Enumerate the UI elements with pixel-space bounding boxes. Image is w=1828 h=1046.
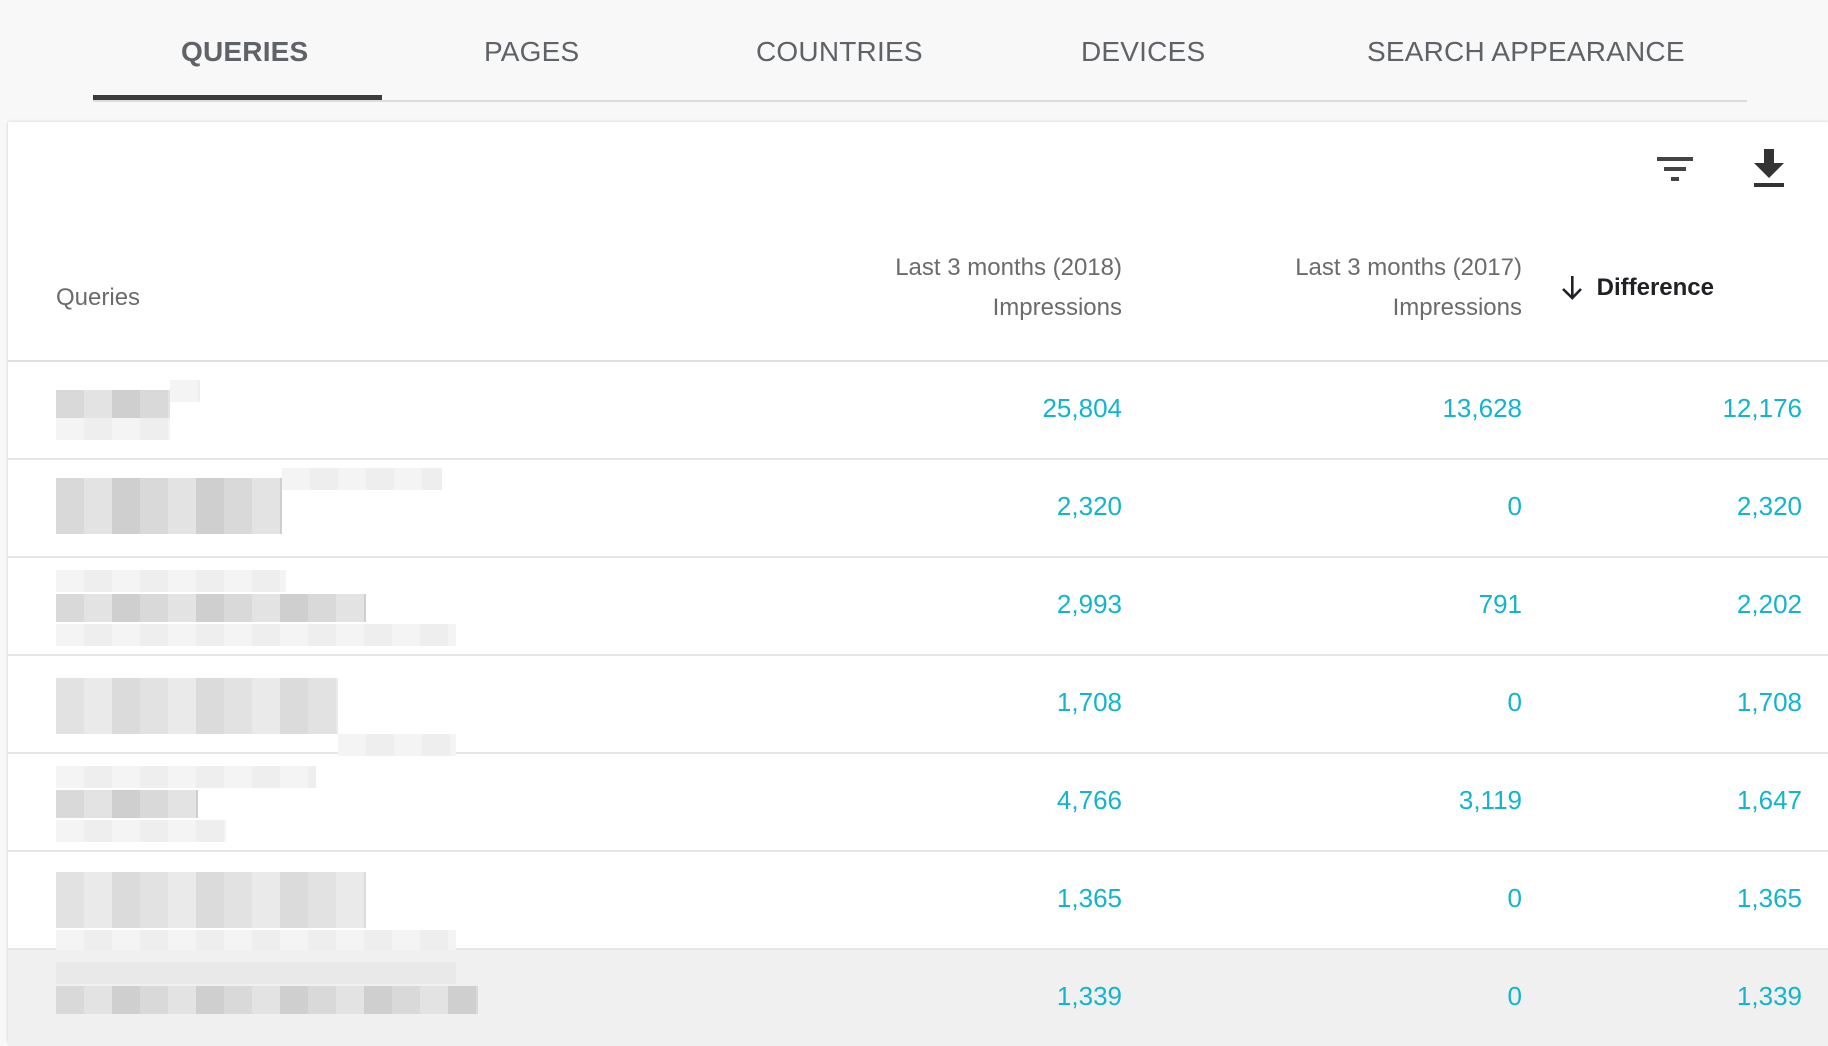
column-header-2017-metric: Impressions [1392, 294, 1522, 321]
active-tab-indicator [93, 95, 382, 100]
column-header-difference-label: Difference [1596, 274, 1714, 301]
impressions-difference: 1,339 [1736, 981, 1802, 1011]
table-row[interactable]: 2,993 791 2,202 [8, 558, 1828, 656]
table-body: 25,804 13,628 12,176 2,320 0 2,320 2,993… [8, 362, 1828, 1046]
impressions-2018: 1,365 [1056, 883, 1122, 913]
query-cell-redacted [56, 380, 456, 440]
column-header-queries[interactable]: Queries [56, 284, 140, 312]
report-tabs: QUERIES PAGES COUNTRIES DEVICES SEARCH A… [93, 0, 1747, 102]
tab-queries[interactable]: QUERIES [181, 36, 308, 68]
column-header-2017-period: Last 3 months (2017) [1295, 254, 1522, 281]
impressions-2017: 0 [1507, 687, 1522, 717]
table-row-hovered[interactable]: 1,339 0 1,339 [8, 950, 1828, 1046]
column-header-2018[interactable]: Last 3 months (2018) Impressions [895, 248, 1122, 328]
column-header-difference[interactable]: Difference [1561, 274, 1714, 302]
impressions-2017: 13,628 [1442, 393, 1522, 423]
table-row[interactable]: 1,365 0 1,365 [8, 852, 1828, 952]
impressions-2018: 4,766 [1056, 785, 1122, 815]
table-row[interactable]: 2,320 0 2,320 [8, 460, 1828, 558]
results-table-card: Queries Last 3 months (2018) Impressions… [8, 122, 1828, 1046]
query-cell-redacted [56, 766, 456, 842]
impressions-difference: 2,320 [1736, 491, 1802, 521]
impressions-2018: 25,804 [1042, 393, 1122, 423]
table-row[interactable]: 25,804 13,628 12,176 [8, 362, 1828, 460]
impressions-2017: 0 [1507, 883, 1522, 913]
table-row[interactable]: 4,766 3,119 1,647 [8, 754, 1828, 852]
query-cell-redacted [56, 468, 456, 534]
impressions-2018: 1,339 [1056, 981, 1122, 1011]
query-cell-redacted [56, 962, 478, 1022]
query-cell-redacted [56, 678, 456, 756]
impressions-2018: 1,708 [1056, 687, 1122, 717]
impressions-2017: 0 [1507, 981, 1522, 1011]
tab-search-appearance[interactable]: SEARCH APPEARANCE [1367, 36, 1685, 68]
query-cell-redacted [56, 570, 456, 646]
query-cell-redacted [56, 872, 456, 952]
impressions-difference: 1,647 [1736, 785, 1802, 815]
filter-icon[interactable] [1652, 147, 1698, 193]
impressions-difference: 1,365 [1736, 883, 1802, 913]
tab-devices[interactable]: DEVICES [1081, 36, 1205, 68]
table-row[interactable]: 1,708 0 1,708 [8, 656, 1828, 756]
impressions-2018: 2,993 [1056, 589, 1122, 619]
impressions-2018: 2,320 [1056, 491, 1122, 521]
tab-pages[interactable]: PAGES [484, 36, 579, 68]
impressions-2017: 0 [1507, 491, 1522, 521]
impressions-2017: 791 [1478, 589, 1522, 619]
column-header-2018-metric: Impressions [992, 294, 1122, 321]
impressions-difference: 12,176 [1722, 393, 1802, 423]
impressions-difference: 2,202 [1736, 589, 1802, 619]
arrow-down-icon [1561, 275, 1583, 301]
tab-countries[interactable]: COUNTRIES [756, 36, 923, 68]
column-header-2017[interactable]: Last 3 months (2017) Impressions [1295, 248, 1522, 328]
column-header-2018-period: Last 3 months (2018) [895, 254, 1122, 281]
download-icon[interactable] [1746, 147, 1792, 193]
impressions-2017: 3,119 [1458, 785, 1522, 815]
impressions-difference: 1,708 [1736, 687, 1802, 717]
table-header: Queries Last 3 months (2018) Impressions… [8, 238, 1828, 362]
